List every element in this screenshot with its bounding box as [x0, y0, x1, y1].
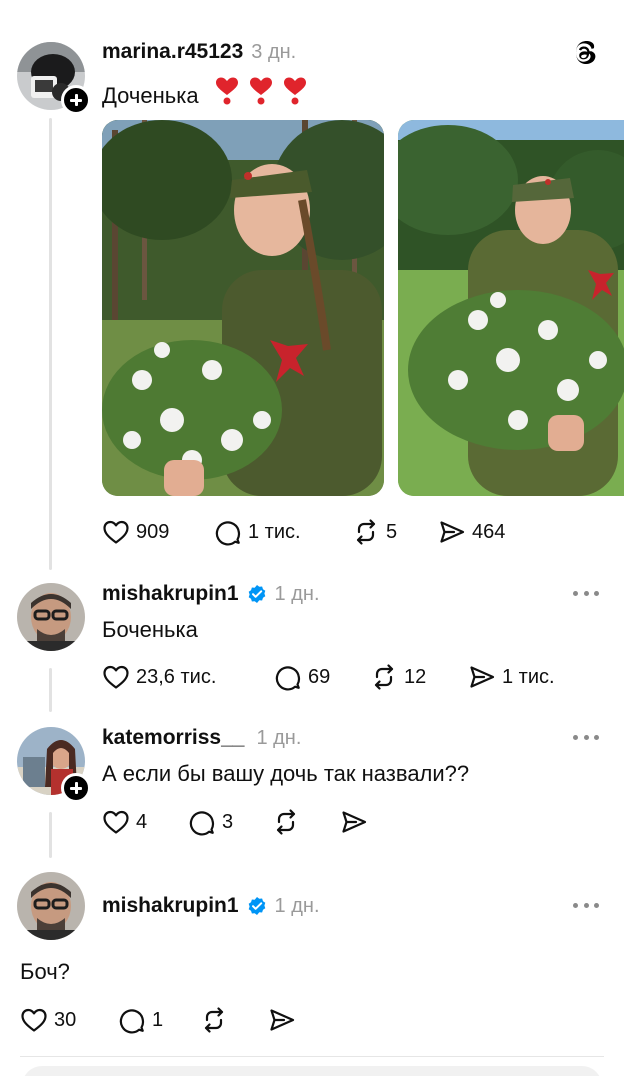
like-count: 4 [136, 810, 148, 833]
verified-badge-icon [247, 896, 267, 916]
heart-icon [103, 520, 129, 544]
like-button[interactable]: 4 [102, 808, 188, 836]
speech-bubble-icon [275, 666, 301, 691]
repost-icon [204, 1007, 224, 1033]
share-button[interactable] [340, 808, 374, 836]
comment-header: katemorriss__ 1 дн. [102, 724, 301, 752]
post-header: marina.r45123 3 дн. [102, 38, 296, 66]
post-photo-1[interactable] [102, 120, 384, 496]
share-count: 464 [472, 520, 506, 543]
more-options-icon[interactable] [573, 591, 599, 597]
post-photo-2[interactable] [398, 120, 624, 496]
share-button[interactable] [268, 1006, 302, 1034]
reply-button[interactable]: 1 тис. [214, 518, 352, 546]
speech-bubble-icon [189, 811, 215, 836]
repost-icon [276, 809, 296, 835]
repost-button[interactable] [272, 808, 340, 836]
timestamp: 3 дн. [251, 40, 297, 63]
threads-logo-icon[interactable] [571, 38, 601, 68]
follow-plus-icon[interactable] [61, 85, 91, 115]
like-button[interactable]: 30 [20, 1006, 118, 1034]
thread-line-1 [49, 668, 52, 712]
emoji-hearts [213, 76, 309, 106]
repost-icon [356, 519, 376, 545]
reply-count: 1 тис. [248, 520, 301, 543]
comment-header: mishakrupin1 1 дн. [102, 892, 320, 920]
avatar[interactable] [17, 583, 85, 651]
verified-badge-icon [247, 584, 267, 604]
comment-actions: 30 1 [20, 1006, 302, 1034]
reply-count: 1 [152, 1008, 164, 1031]
post-caption: Доченька [102, 76, 309, 109]
reply-button[interactable]: 3 [188, 808, 272, 836]
more-options-icon[interactable] [573, 735, 599, 741]
repost-count: 12 [404, 665, 427, 688]
timestamp: 1 дн. [274, 582, 320, 605]
username[interactable]: katemorriss__ [102, 726, 244, 750]
repost-count: 5 [386, 520, 398, 543]
thread-line-2 [49, 812, 52, 858]
like-count: 23,6 тис. [136, 665, 217, 688]
comment-text: Боч? [20, 959, 70, 984]
like-button[interactable]: 909 [102, 518, 214, 546]
send-icon [440, 521, 465, 543]
speech-bubble-icon [215, 521, 241, 546]
thread-line-main [49, 118, 52, 570]
avatar[interactable] [17, 872, 85, 940]
like-count: 909 [136, 520, 170, 543]
caption-text: Доченька [102, 83, 199, 108]
like-button[interactable]: 23,6 тис. [102, 663, 274, 691]
more-options-icon[interactable] [573, 903, 599, 909]
red-exclamation-heart-icon [215, 77, 238, 105]
send-icon [470, 666, 495, 688]
post-actions: 909 1 тис. 5 464 [102, 518, 505, 546]
heart-icon [103, 810, 129, 834]
red-exclamation-heart-icon [249, 77, 272, 105]
like-count: 30 [54, 1008, 77, 1031]
repost-icon [374, 664, 394, 690]
reply-composer[interactable] [22, 1066, 602, 1076]
share-count: 1 тис. [502, 665, 555, 688]
timestamp: 1 дн. [274, 894, 320, 917]
comment-actions: 23,6 тис. 69 12 1 тис. [102, 663, 555, 691]
reply-count: 69 [308, 665, 331, 688]
comment-text: А если бы вашу дочь так назвали?? [102, 761, 470, 786]
send-icon [270, 1009, 295, 1031]
reply-button[interactable]: 1 [118, 1006, 200, 1034]
heart-icon [21, 1008, 47, 1032]
send-icon [342, 811, 367, 833]
repost-button[interactable]: 12 [370, 663, 468, 691]
comment-header: mishakrupin1 1 дн. [102, 580, 320, 608]
share-button[interactable]: 1 тис. [468, 663, 555, 691]
follow-plus-icon[interactable] [61, 773, 91, 803]
divider [20, 1056, 604, 1057]
heart-icon [103, 665, 129, 689]
comment-actions: 4 3 [102, 808, 374, 836]
red-exclamation-heart-icon [283, 77, 306, 105]
username[interactable]: mishakrupin1 [102, 582, 239, 606]
comment-text: Боченька [102, 617, 198, 642]
username[interactable]: marina.r45123 [102, 40, 243, 64]
speech-bubble-icon [119, 1009, 145, 1034]
reply-count: 3 [222, 810, 234, 833]
repost-button[interactable] [200, 1006, 268, 1034]
repost-button[interactable]: 5 [352, 518, 438, 546]
reply-button[interactable]: 69 [274, 663, 370, 691]
username[interactable]: mishakrupin1 [102, 894, 239, 918]
share-button[interactable]: 464 [438, 518, 505, 546]
timestamp: 1 дн. [256, 726, 302, 749]
